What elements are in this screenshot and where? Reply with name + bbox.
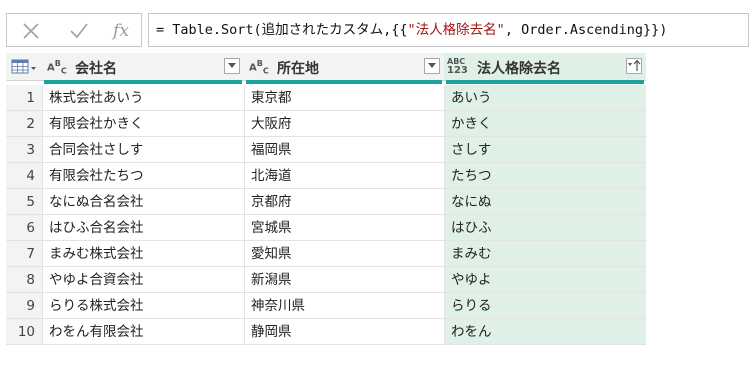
cell-location[interactable]: 福岡県 — [244, 137, 444, 163]
filter-dropdown-button[interactable] — [424, 58, 440, 74]
cell-corp-removed-name[interactable]: かきく — [444, 111, 646, 137]
fx-icon[interactable]: fx — [109, 20, 133, 42]
row-number[interactable]: 9 — [6, 293, 42, 319]
text-type-icon[interactable]: ABC — [47, 59, 67, 76]
column-header-company[interactable]: ABC 会社名 — [42, 53, 244, 84]
table-row: 3 合同会社さしす 福岡県 さしす — [6, 137, 646, 163]
cell-location[interactable]: 大阪府 — [244, 111, 444, 137]
table-row: 10 わをん有限会社 静岡県 わをん — [6, 319, 646, 345]
cell-company-name[interactable]: やゆよ合資会社 — [42, 267, 244, 293]
cell-location[interactable]: 東京都 — [244, 85, 444, 111]
cell-company-name[interactable]: わをん有限会社 — [42, 319, 244, 345]
cell-corp-removed-name[interactable]: なにぬ — [444, 189, 646, 215]
any-type-icon[interactable]: ABC 123 — [447, 57, 468, 76]
row-number[interactable]: 7 — [6, 241, 42, 267]
column-quality-bar — [44, 80, 242, 84]
close-icon[interactable] — [19, 20, 43, 42]
cell-location[interactable]: 愛知県 — [244, 241, 444, 267]
row-number[interactable]: 2 — [6, 111, 42, 137]
row-number[interactable]: 8 — [6, 267, 42, 293]
formula-prefix: = Table.Sort(追加されたカスタム,{{ — [156, 22, 408, 38]
row-number[interactable]: 5 — [6, 189, 42, 215]
filter-dropdown-button[interactable] — [224, 58, 240, 74]
row-number[interactable]: 4 — [6, 163, 42, 189]
check-icon[interactable] — [67, 20, 91, 42]
column-header-label: 会社名 — [75, 61, 117, 77]
cell-corp-removed-name[interactable]: まみむ — [444, 241, 646, 267]
cell-company-name[interactable]: はひふ合名会社 — [42, 215, 244, 241]
sort-filter-button[interactable] — [626, 58, 642, 74]
column-header-location[interactable]: ABC 所在地 — [244, 53, 444, 84]
row-number[interactable]: 10 — [6, 319, 42, 345]
cell-location[interactable]: 新潟県 — [244, 267, 444, 293]
cell-corp-removed-name[interactable]: らりる — [444, 293, 646, 319]
cell-corp-removed-name[interactable]: たちつ — [444, 163, 646, 189]
row-number[interactable]: 6 — [6, 215, 42, 241]
table-icon — [11, 59, 36, 74]
cell-corp-removed-name[interactable]: あいう — [444, 85, 646, 111]
cell-location[interactable]: 北海道 — [244, 163, 444, 189]
chevron-down-icon — [428, 63, 436, 68]
column-header-label: 所在地 — [277, 61, 319, 77]
chevron-down-icon — [228, 63, 236, 68]
table-row: 6 はひふ合名会社 宮城県 はひふ — [6, 215, 646, 241]
formula-suffix: , Order.Ascending}}) — [504, 22, 668, 38]
column-quality-bar — [446, 80, 644, 84]
formula-buttons: fx — [6, 13, 142, 47]
cell-corp-removed-name[interactable]: さしす — [444, 137, 646, 163]
cell-company-name[interactable]: なにぬ合名会社 — [42, 189, 244, 215]
table-row: 8 やゆよ合資会社 新潟県 やゆよ — [6, 267, 646, 293]
column-header-label: 法人格除去名 — [477, 61, 561, 77]
table-row: 5 なにぬ合名会社 京都府 なにぬ — [6, 189, 646, 215]
cell-company-name[interactable]: 合同会社さしす — [42, 137, 244, 163]
cell-location[interactable]: 宮城県 — [244, 215, 444, 241]
formula-input[interactable]: = Table.Sort(追加されたカスタム,{{"法人格除去名", Order… — [148, 13, 749, 47]
formula-string: "法人格除去名" — [407, 22, 505, 38]
cell-company-name[interactable]: 有限会社たちつ — [42, 163, 244, 189]
cell-location[interactable]: 神奈川県 — [244, 293, 444, 319]
cell-company-name[interactable]: 有限会社かきく — [42, 111, 244, 137]
sort-ascending-icon — [628, 60, 641, 71]
cell-corp-removed-name[interactable]: やゆよ — [444, 267, 646, 293]
table-row: 7 まみむ株式会社 愛知県 まみむ — [6, 241, 646, 267]
cell-company-name[interactable]: まみむ株式会社 — [42, 241, 244, 267]
formula-bar: fx = Table.Sort(追加されたカスタム,{{"法人格除去名", Or… — [6, 13, 749, 47]
text-type-icon[interactable]: ABC — [249, 59, 269, 76]
table-row: 4 有限会社たちつ 北海道 たちつ — [6, 163, 646, 189]
column-quality-bar — [246, 80, 442, 84]
cell-corp-removed-name[interactable]: はひふ — [444, 215, 646, 241]
table-row: 1 株式会社あいう 東京都 あいう — [6, 85, 646, 111]
cell-corp-removed-name[interactable]: わをん — [444, 319, 646, 345]
row-number[interactable]: 3 — [6, 137, 42, 163]
row-number[interactable]: 1 — [6, 85, 42, 111]
cell-location[interactable]: 静岡県 — [244, 319, 444, 345]
table-row: 9 らりる株式会社 神奈川県 らりる — [6, 293, 646, 319]
cell-company-name[interactable]: らりる株式会社 — [42, 293, 244, 319]
table-menu-button[interactable] — [6, 53, 42, 81]
table-row: 2 有限会社かきく 大阪府 かきく — [6, 111, 646, 137]
column-header-corp-removed-name[interactable]: ABC 123 法人格除去名 — [444, 53, 646, 84]
cell-company-name[interactable]: 株式会社あいう — [42, 85, 244, 111]
cell-location[interactable]: 京都府 — [244, 189, 444, 215]
